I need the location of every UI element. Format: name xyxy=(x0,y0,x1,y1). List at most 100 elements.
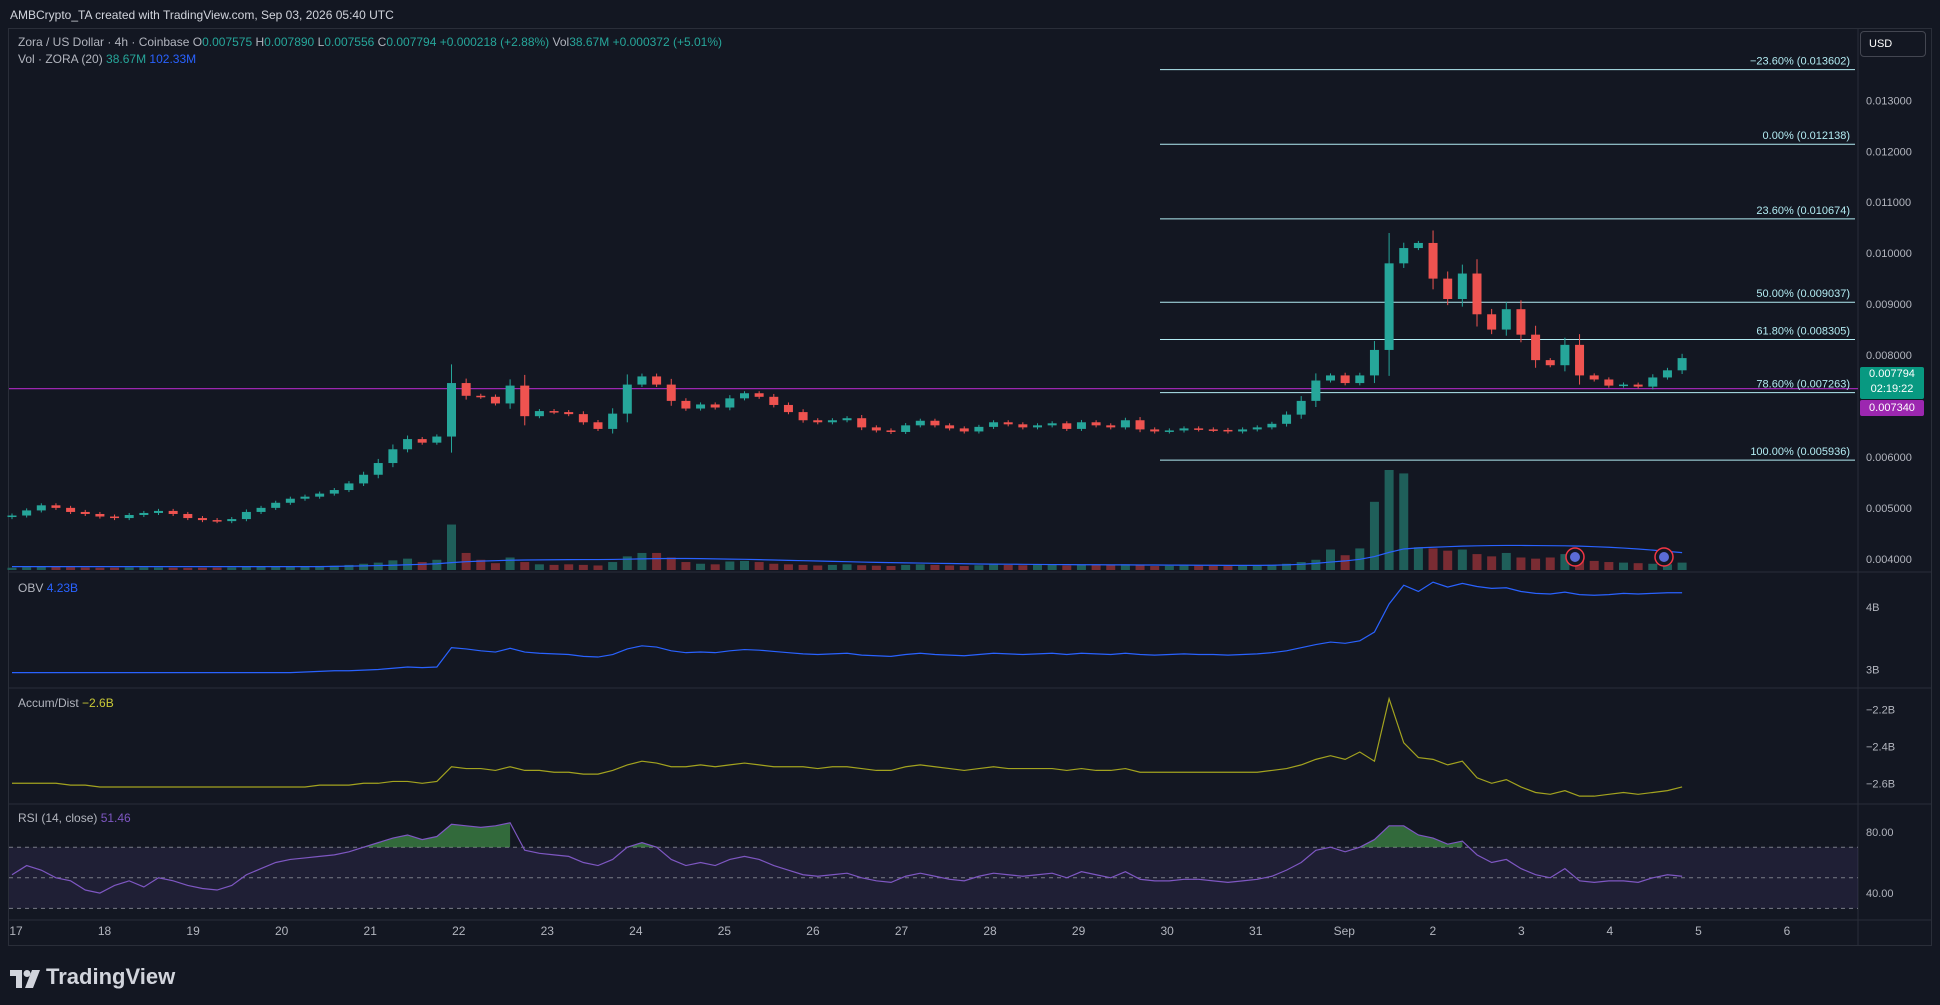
volume-bar xyxy=(490,563,500,570)
close-value: 0.007794 xyxy=(386,35,437,49)
price-axis-label: 0.009000 xyxy=(1866,299,1912,311)
candle-body xyxy=(549,411,559,413)
time-axis-label: 22 xyxy=(452,924,466,938)
footer: TradingView xyxy=(0,946,1940,1005)
rsi-overbought-fill xyxy=(627,842,657,848)
candle-body xyxy=(608,413,618,429)
volume-bar xyxy=(725,561,735,570)
fib-level-label: 23.60% (0.010674) xyxy=(1756,205,1850,217)
candle-body xyxy=(1076,422,1086,429)
time-axis-label: 23 xyxy=(541,924,555,938)
candle-body xyxy=(1340,375,1350,384)
rsi-axis-label: 40.00 xyxy=(1866,888,1894,900)
candle-body xyxy=(666,384,676,401)
bar-countdown: 02:19:22 xyxy=(1870,383,1914,395)
volume-bar xyxy=(989,564,999,570)
volume-bar xyxy=(51,566,61,570)
volume-bar xyxy=(520,562,530,570)
obv-line xyxy=(12,581,1683,674)
price-axis-label: 0.011000 xyxy=(1866,197,1911,209)
candle-body xyxy=(842,418,852,421)
tradingview-logo[interactable]: TradingView xyxy=(10,964,175,990)
candle-body xyxy=(783,404,793,413)
candle-body xyxy=(110,516,120,519)
candle-body xyxy=(652,376,662,385)
volume-bar xyxy=(1326,549,1335,570)
candle-body xyxy=(1413,242,1423,249)
time-axis-label: Sep xyxy=(1334,924,1356,938)
candle-body xyxy=(373,463,383,475)
time-axis-label: 28 xyxy=(983,924,997,938)
candle-body xyxy=(1033,425,1042,428)
price-axis-label: 0.004000 xyxy=(1866,554,1912,566)
candle-body xyxy=(593,422,603,429)
main-legend: Zora / US Dollar · 4h · Coinbase O0.0075… xyxy=(18,35,722,49)
candle-body xyxy=(197,518,207,521)
candle-body xyxy=(1018,424,1028,428)
candle-body xyxy=(315,493,325,497)
change-value: +0.000218 (+2.88%) xyxy=(439,35,550,49)
volume-bar xyxy=(1399,473,1409,570)
volume-bar xyxy=(1340,555,1350,570)
ad-label[interactable]: Accum/Dist xyxy=(18,696,79,710)
volume-bar xyxy=(652,552,662,570)
chart-canvas[interactable]: 17 18 19 20 21 22 23 24 25 26 27 28 29 30 31 Sep 2 3 4 5 60.… xyxy=(0,0,1940,946)
volume-bar xyxy=(1252,565,1262,570)
volume-bar xyxy=(1604,562,1614,570)
candle-body xyxy=(1311,380,1321,401)
ad-axis-label: −2.4B xyxy=(1866,742,1895,754)
candle-body xyxy=(769,396,779,405)
candle-body xyxy=(1208,429,1218,431)
volume-bar xyxy=(66,567,76,570)
obv-label[interactable]: OBV xyxy=(18,581,43,595)
open-value: 0.007575 xyxy=(202,35,253,49)
volume-bar xyxy=(1633,563,1643,570)
candle-body xyxy=(564,412,574,415)
volume-bar xyxy=(1164,565,1174,570)
volume-bar xyxy=(915,564,925,570)
candle-body xyxy=(696,404,706,409)
high-label: H xyxy=(255,35,265,49)
candle-body xyxy=(1604,379,1614,386)
volume-bar xyxy=(974,565,984,570)
candle-body xyxy=(725,398,735,408)
candle-body xyxy=(403,439,413,450)
volume-bar xyxy=(666,557,676,570)
low-value: 0.007556 xyxy=(324,35,375,49)
symbol-label[interactable]: Zora / US Dollar · 4h · Coinbase xyxy=(18,35,189,49)
obv-axis-label: 4B xyxy=(1866,602,1879,614)
volume-bar xyxy=(696,563,706,570)
vol-label: Vol xyxy=(552,35,570,49)
candle-body xyxy=(7,515,17,518)
rsi-label[interactable]: RSI (14, close) xyxy=(18,811,97,825)
candle-body xyxy=(915,420,925,426)
candle-body xyxy=(1501,309,1511,330)
volume-bar xyxy=(740,560,749,570)
time-axis-label: 6 xyxy=(1784,924,1791,938)
candle-body xyxy=(1062,423,1072,429)
candle-body xyxy=(1091,422,1101,426)
open-label: O xyxy=(192,35,203,49)
last-price-tag: 0.007794 02:19:22 xyxy=(1860,367,1924,399)
candle-body xyxy=(1677,358,1687,371)
fib-level-label: 50.00% (0.009037) xyxy=(1756,288,1850,300)
currency-button[interactable]: USD xyxy=(1860,31,1926,57)
volume-bar xyxy=(1648,563,1658,570)
fib-level-label: 78.60% (0.007263) xyxy=(1756,379,1850,391)
volume-bar xyxy=(359,563,369,570)
volume-bar xyxy=(769,563,779,570)
candle-body xyxy=(1545,360,1555,366)
price-axis-label: 0.010000 xyxy=(1866,248,1912,260)
candle-body xyxy=(36,505,46,511)
volume-bar xyxy=(959,566,969,570)
time-axis-label: 31 xyxy=(1249,924,1263,938)
volume-bar xyxy=(1194,565,1204,570)
time-axis-label: 18 xyxy=(98,924,112,938)
candle-body xyxy=(1531,334,1541,361)
volume-bar xyxy=(1443,550,1453,570)
volume-indicator-label[interactable]: Vol · ZORA (20) xyxy=(18,52,103,66)
volume-bar xyxy=(1501,552,1511,570)
vol-change-value: +0.000372 (+5.01%) xyxy=(612,35,722,49)
candle-body xyxy=(1355,375,1365,384)
candle-body xyxy=(930,420,940,426)
